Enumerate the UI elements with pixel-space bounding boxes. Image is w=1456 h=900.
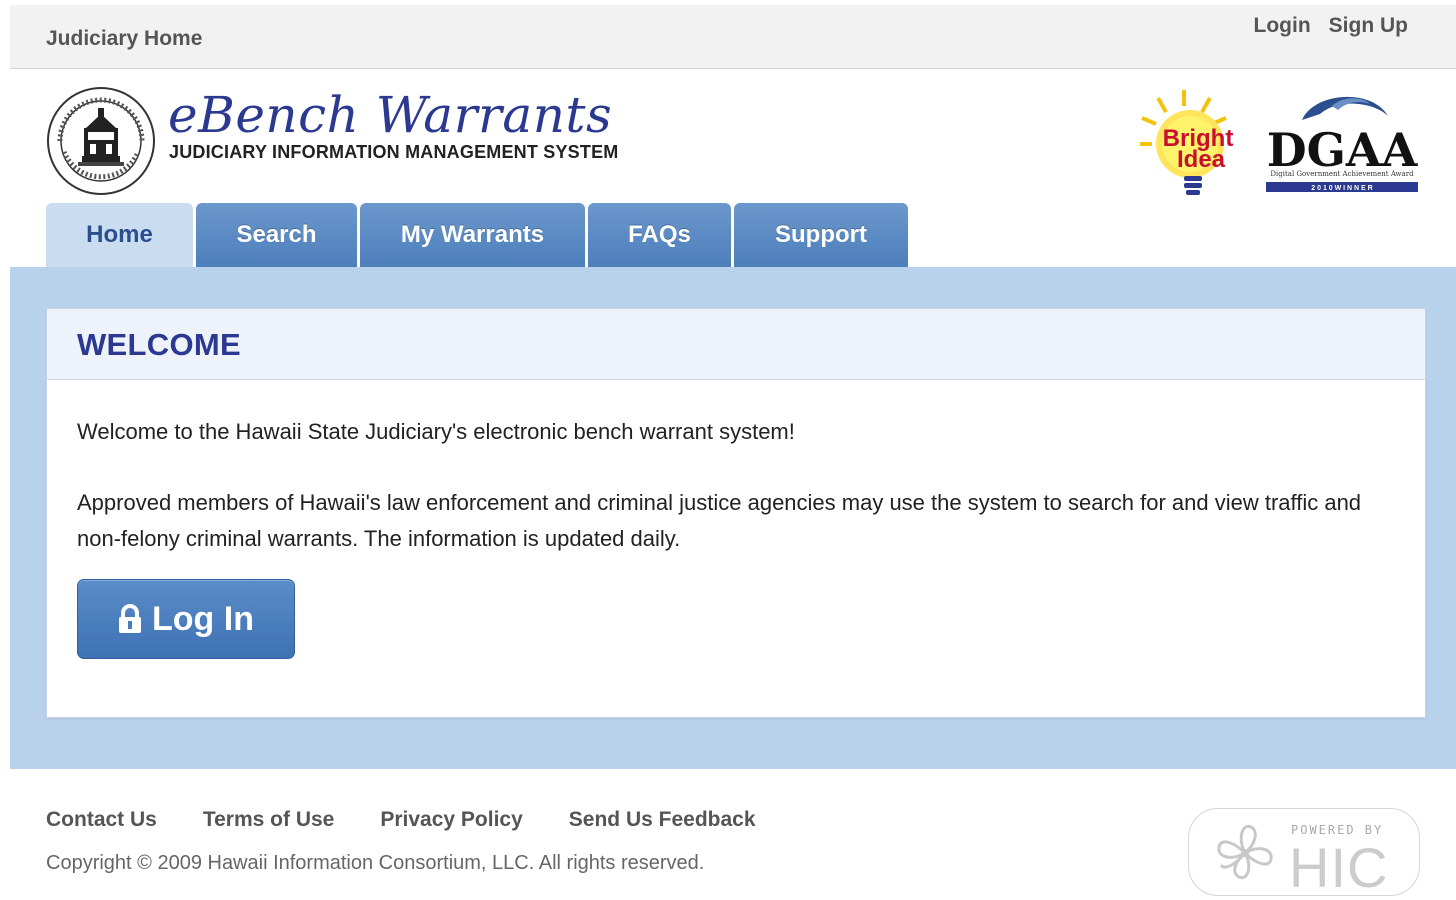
- judiciary-home-link[interactable]: Judiciary Home: [46, 27, 202, 51]
- welcome-panel-header: [47, 309, 1425, 380]
- login-link[interactable]: Login: [1254, 14, 1311, 38]
- tab-support[interactable]: Support: [734, 203, 908, 267]
- footer-link-contact-us[interactable]: Contact Us: [46, 808, 157, 832]
- page: Judiciary Home Login Sign Up eBench Warr…: [10, 0, 1456, 900]
- hic-name: HIC: [1289, 836, 1389, 899]
- top-bar: Judiciary Home Login Sign Up: [10, 5, 1456, 69]
- copyright: Copyright © 2009 Hawaii Information Cons…: [46, 852, 705, 874]
- dgaa-name: DGAA: [1267, 123, 1419, 177]
- log-in-button[interactable]: Log In: [77, 579, 295, 659]
- welcome-paragraph-1: Welcome to the Hawaii State Judiciary's …: [77, 419, 795, 444]
- welcome-paragraph-2: Approved members of Hawaii's law enforce…: [77, 490, 1362, 551]
- state-judiciary-seal-icon[interactable]: [46, 86, 156, 196]
- welcome-title: WELCOME: [77, 327, 241, 362]
- content-band: WELCOME Welcome to the Hawaii State Judi…: [10, 267, 1456, 769]
- footer-link-privacy-policy[interactable]: Privacy Policy: [380, 808, 522, 832]
- auth-links: Login Sign Up: [1254, 14, 1408, 38]
- bright-idea-line2: Idea: [1177, 146, 1226, 173]
- signup-link[interactable]: Sign Up: [1329, 14, 1408, 38]
- tab-faqs[interactable]: FAQs: [588, 203, 731, 267]
- log-in-button-label: Log In: [152, 599, 254, 638]
- dgaa-tagline: Digital Government Achievement Award: [1270, 170, 1414, 178]
- footer-link-send-feedback[interactable]: Send Us Feedback: [569, 808, 756, 832]
- app-subtitle: JUDICIARY INFORMATION MANAGEMENT SYSTEM: [169, 142, 619, 162]
- bright-idea-logo: Bright Idea: [1140, 90, 1233, 195]
- hibiscus-flower-icon: [1217, 824, 1273, 880]
- welcome-panel: WELCOME Welcome to the Hawaii State Judi…: [46, 308, 1426, 718]
- dgaa-award-logo: DGAA Digital Government Achievement Awar…: [1266, 96, 1419, 192]
- footer-link-terms-of-use[interactable]: Terms of Use: [203, 808, 335, 832]
- tab-my-warrants[interactable]: My Warrants: [360, 203, 585, 267]
- powered-by-hic-badge[interactable]: POWERED BY HIC: [1188, 808, 1420, 899]
- lock-icon: [119, 604, 142, 633]
- main-nav: Home Search My Warrants FAQs Support: [46, 203, 908, 267]
- app-title: eBench Warrants: [168, 86, 613, 144]
- tab-search[interactable]: Search: [196, 203, 357, 267]
- dgaa-banner: 2 0 1 0 W I N N E R: [1311, 185, 1372, 192]
- footer-links: Contact Us Terms of Use Privacy Policy S…: [46, 808, 756, 832]
- tab-home[interactable]: Home: [46, 203, 193, 267]
